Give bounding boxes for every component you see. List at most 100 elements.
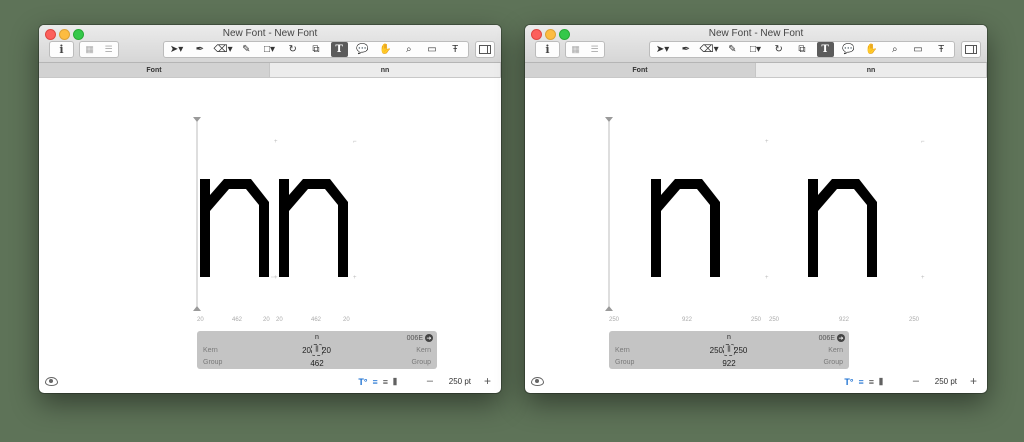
- select-icon[interactable]: ➤▾: [654, 42, 671, 57]
- zoom-icon[interactable]: ⌕: [886, 42, 903, 57]
- inspector-unicode: 006E ➔: [406, 334, 433, 342]
- font-editor-window-right: New Font - New Font i ▦ ☰ ➤▾ ✒ ⌫▾ ✎ □▾ ↻ …: [525, 25, 987, 393]
- annotation-icon[interactable]: 💬: [840, 42, 857, 57]
- zoom-level[interactable]: 250 pt: [935, 377, 957, 386]
- inspector-glyph-name[interactable]: n: [609, 334, 849, 341]
- info-icon[interactable]: i: [49, 41, 74, 58]
- hand-icon[interactable]: ✋: [377, 42, 394, 57]
- text-tool-icon[interactable]: T°: [844, 377, 853, 388]
- zoom-icon[interactable]: ⌕: [400, 42, 417, 57]
- width-field[interactable]: 462: [197, 359, 437, 368]
- font-editor-window-left: New Font - New Font i ▦ ☰ ➤▾ ✒ ⌫▾ ✎ □▾ ↻ …: [39, 25, 501, 393]
- pencil-icon[interactable]: ✎: [724, 42, 741, 57]
- svg-text:⌐: ⌐: [921, 139, 925, 145]
- text-icon[interactable]: T: [330, 42, 348, 57]
- svg-text:+: +: [765, 139, 769, 145]
- list-view-icon[interactable]: ☰: [105, 44, 113, 55]
- title-bar[interactable]: New Font - New Font i ▦ ☰ ➤▾ ✒ ⌫▾ ✎ □▾ ↻ …: [39, 25, 501, 63]
- edit-canvas[interactable]: + ⌐ + + 250 922 250 250 922 250: [525, 79, 987, 369]
- zoom-out-button[interactable]: –: [427, 375, 433, 387]
- align-left-icon[interactable]: ≡: [373, 377, 378, 388]
- metric-lsb-1: 20: [197, 317, 204, 323]
- zoom-in-button[interactable]: +: [484, 374, 491, 388]
- text-icon[interactable]: T: [816, 42, 834, 57]
- lsb-field[interactable]: 20: [302, 346, 311, 355]
- draw-icon[interactable]: ✒: [191, 42, 208, 57]
- align-right-icon[interactable]: ≡: [383, 377, 388, 388]
- glyph-n-1: [200, 179, 269, 277]
- metric-width-1: 462: [232, 317, 243, 323]
- rectangle-icon[interactable]: □▾: [747, 42, 764, 57]
- inspector-glyph-name[interactable]: n: [197, 334, 437, 341]
- svg-text:+: +: [765, 275, 769, 281]
- select-icon[interactable]: ➤▾: [168, 42, 185, 57]
- info-icon[interactable]: i: [535, 41, 560, 58]
- width-field[interactable]: 922: [609, 359, 849, 368]
- metric-width-1: 922: [682, 317, 693, 323]
- svg-text:⌐: ⌐: [353, 139, 357, 145]
- grid-view-icon[interactable]: ▦: [571, 44, 580, 55]
- status-bar: T° ≡ ≡ ⦀ – 250 pt +: [525, 371, 987, 393]
- scale-icon[interactable]: ⧉: [307, 42, 324, 57]
- eraser-icon[interactable]: ⌫▾: [213, 42, 232, 57]
- metric-rsb-2: 250: [909, 317, 920, 323]
- metric-width-2: 922: [839, 317, 850, 323]
- status-tools: T° ≡ ≡ ⦀: [844, 377, 883, 388]
- edit-canvas[interactable]: + ⌐ + + 20 462 20 20 462 20: [39, 79, 501, 369]
- align-left-icon[interactable]: ≡: [859, 377, 864, 388]
- status-bar: T° ≡ ≡ ⦀ – 250 pt +: [39, 371, 501, 393]
- metric-lsb-2: 250: [769, 317, 780, 323]
- tab-nn[interactable]: nn: [756, 63, 987, 77]
- tool-palette: ➤▾ ✒ ⌫▾ ✎ □▾ ↻ ⧉ T 💬 ✋ ⌕ ▭ Ŧ: [649, 41, 955, 58]
- text-tool-icon[interactable]: T°: [358, 377, 367, 388]
- glyph-n-1: [661, 179, 720, 277]
- sidebar-toggle-icon[interactable]: [475, 41, 495, 58]
- go-arrow-icon[interactable]: ➔: [837, 334, 845, 342]
- grid-view-icon[interactable]: ▦: [85, 44, 94, 55]
- zoom-out-button[interactable]: –: [913, 375, 919, 387]
- svg-text:+: +: [921, 275, 925, 281]
- measure-icon[interactable]: ▭: [424, 42, 441, 57]
- align-right-icon[interactable]: ≡: [869, 377, 874, 388]
- glyph-n-1-stem: [651, 179, 661, 277]
- zoom-in-button[interactable]: +: [970, 374, 977, 388]
- tool-palette: ➤▾ ✒ ⌫▾ ✎ □▾ ↻ ⧉ T 💬 ✋ ⌕ ▭ Ŧ: [163, 41, 469, 58]
- draw-icon[interactable]: ✒: [677, 42, 694, 57]
- metrics-icon[interactable]: Ŧ: [447, 42, 464, 57]
- tab-font[interactable]: Font: [525, 63, 756, 77]
- rectangle-icon[interactable]: □▾: [261, 42, 278, 57]
- zoom-level[interactable]: 250 pt: [449, 377, 471, 386]
- annotation-icon[interactable]: 💬: [354, 42, 371, 57]
- view-mode-toggle[interactable]: ▦ ☰: [79, 41, 119, 58]
- window-title: New Font - New Font: [708, 28, 804, 39]
- pencil-icon[interactable]: ✎: [238, 42, 255, 57]
- baseline-marker: [605, 306, 613, 311]
- svg-text:+: +: [274, 139, 278, 145]
- measure-icon[interactable]: ▭: [910, 42, 927, 57]
- rotate-icon[interactable]: ↻: [770, 42, 787, 57]
- glyph-view: + ⌐ + + 20 462 20 20 462 20: [193, 117, 357, 323]
- view-mode-toggle[interactable]: ▦ ☰: [565, 41, 605, 58]
- eye-icon[interactable]: [45, 377, 58, 386]
- rsb-field[interactable]: 250: [734, 346, 747, 355]
- sidebar-toggle-icon[interactable]: [961, 41, 981, 58]
- align-justify-icon[interactable]: ⦀: [879, 377, 883, 388]
- title-bar[interactable]: New Font - New Font i ▦ ☰ ➤▾ ✒ ⌫▾ ✎ □▾ ↻ …: [525, 25, 987, 63]
- eraser-icon[interactable]: ⌫▾: [699, 42, 718, 57]
- glyph-view: + ⌐ + + 250 922 250 250 922 250: [605, 117, 925, 323]
- hand-icon[interactable]: ✋: [863, 42, 880, 57]
- align-justify-icon[interactable]: ⦀: [393, 377, 397, 388]
- metric-lsb-2: 20: [276, 317, 283, 323]
- rsb-field[interactable]: 20: [322, 346, 331, 355]
- inspector-unicode: 006E ➔: [818, 334, 845, 342]
- tab-font[interactable]: Font: [39, 63, 270, 77]
- list-view-icon[interactable]: ☰: [591, 44, 599, 55]
- eye-icon[interactable]: [531, 377, 544, 386]
- metrics-icon[interactable]: Ŧ: [933, 42, 950, 57]
- tab-nn[interactable]: nn: [270, 63, 501, 77]
- kern-right-label: Kern: [416, 347, 431, 354]
- rotate-icon[interactable]: ↻: [284, 42, 301, 57]
- scale-icon[interactable]: ⧉: [793, 42, 810, 57]
- lsb-field[interactable]: 250: [710, 346, 723, 355]
- go-arrow-icon[interactable]: ➔: [425, 334, 433, 342]
